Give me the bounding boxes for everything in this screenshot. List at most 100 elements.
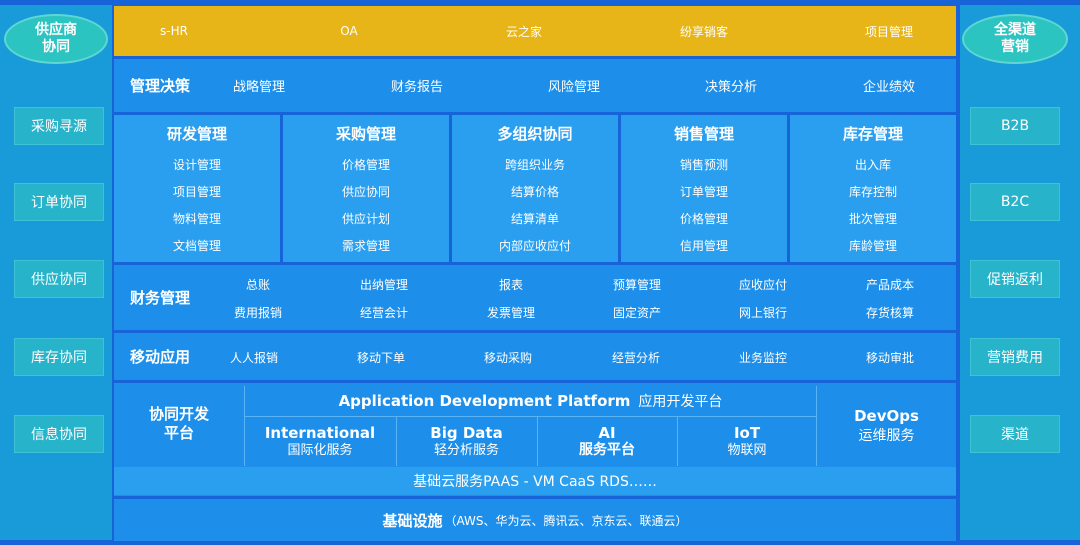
right-item-channel[interactable]: 渠道 xyxy=(970,415,1060,453)
mobile-item[interactable]: 移动下单 xyxy=(331,349,431,366)
top-app-label: 项目管理 xyxy=(864,24,913,39)
finance-item[interactable]: 报表 xyxy=(461,276,561,293)
mobile-item[interactable]: 经营分析 xyxy=(586,349,686,366)
right-item-b2b[interactable]: B2B xyxy=(970,107,1060,145)
module-item[interactable]: 库存控制 xyxy=(790,183,956,200)
module-title: 库存管理 xyxy=(842,125,903,143)
platform-sub-cn: 物联网 xyxy=(727,443,767,458)
right-item-marketing-cost[interactable]: 营销费用 xyxy=(970,338,1060,376)
platform-sub[interactable]: International 国际化服务 xyxy=(245,417,395,466)
finance-item[interactable]: 固定资产 xyxy=(587,304,687,321)
platform-sub[interactable]: Big Data 轻分析服务 xyxy=(396,417,536,466)
right-item-label: B2B xyxy=(1000,118,1030,134)
finance-item[interactable]: 总账 xyxy=(208,276,308,293)
module-item[interactable]: 出入库 xyxy=(790,156,956,173)
module-item[interactable]: 供应协同 xyxy=(283,183,449,200)
module-item[interactable]: 信用管理 xyxy=(621,237,787,254)
supplier-collab-header-label: 供应商 协同 xyxy=(35,22,77,55)
finance-item[interactable]: 经营会计 xyxy=(334,304,434,321)
module-item[interactable]: 结算价格 xyxy=(452,183,618,200)
module-item[interactable]: 销售预测 xyxy=(621,156,787,173)
platform-header-cn: 应用开发平台 xyxy=(638,394,723,410)
omnichannel-header: 全渠道 营销 xyxy=(962,14,1068,64)
module-column: 多组织协同跨组织业务结算价格结算清单内部应收应付 xyxy=(452,115,618,262)
right-item-label: B2C xyxy=(1000,194,1030,210)
mobile-item[interactable]: 移动采购 xyxy=(458,349,558,366)
platform-sub[interactable]: AI 服务平台 xyxy=(537,417,676,466)
top-app-label: 纷享销客 xyxy=(679,24,728,39)
left-item-info[interactable]: 信息协同 xyxy=(14,415,104,453)
left-item-inventory[interactable]: 库存协同 xyxy=(14,338,104,376)
mobile-item[interactable]: 人人报销 xyxy=(204,349,304,366)
devops-en: DevOps xyxy=(854,407,919,425)
platform-sub-en: IoT xyxy=(733,424,761,442)
left-item-sourcing[interactable]: 采购寻源 xyxy=(14,107,104,145)
left-item-label: 供应协同 xyxy=(31,272,87,288)
infra-detail: （AWS、华为云、腾讯云、京东云、联通云） xyxy=(444,513,688,528)
module-item[interactable]: 库龄管理 xyxy=(790,237,956,254)
module-item[interactable]: 订单管理 xyxy=(621,183,787,200)
top-app-project[interactable]: 项目管理 xyxy=(829,6,949,56)
module-item[interactable]: 文档管理 xyxy=(114,237,280,254)
module-item[interactable]: 项目管理 xyxy=(114,183,280,200)
paas-label: 基础云服务PAAS - VM CaaS RDS…… xyxy=(413,474,657,490)
left-item-label: 采购寻源 xyxy=(31,119,87,135)
infra-title: 基础设施 xyxy=(382,511,443,530)
top-app-label: 云之家 xyxy=(505,24,542,39)
platform-header-en: Application Development Platform xyxy=(338,392,631,410)
platform-sub-en: Big Data xyxy=(430,424,503,442)
mobile-item[interactable]: 移动审批 xyxy=(840,349,940,366)
management-item-finreport[interactable]: 财务报告 xyxy=(372,59,462,112)
module-item[interactable]: 需求管理 xyxy=(283,237,449,254)
right-item-promotion[interactable]: 促销返利 xyxy=(970,260,1060,298)
management-item-strategy[interactable]: 战略管理 xyxy=(214,59,304,112)
right-item-label: 营销费用 xyxy=(987,350,1043,366)
module-item[interactable]: 跨组织业务 xyxy=(452,156,618,173)
left-item-label: 库存协同 xyxy=(31,350,87,366)
top-app-shr[interactable]: s-HR xyxy=(114,6,234,56)
module-item[interactable]: 结算清单 xyxy=(452,210,618,227)
module-column: 库存管理出入库库存控制批次管理库龄管理 xyxy=(790,115,956,262)
finance-item[interactable]: 存货核算 xyxy=(840,304,940,321)
devops-block[interactable]: DevOps 运维服务 xyxy=(817,386,956,466)
management-item-risk[interactable]: 风险管理 xyxy=(529,59,619,112)
finance-item[interactable]: 应收应付 xyxy=(713,276,813,293)
module-item[interactable]: 供应计划 xyxy=(283,210,449,227)
top-app-yunzhijia[interactable]: 云之家 xyxy=(464,6,584,56)
finance-item[interactable]: 预算管理 xyxy=(587,276,687,293)
platform-left-title: 协同开发 平台 xyxy=(114,383,244,465)
infra-row[interactable]: 基础设施 （AWS、华为云、腾讯云、京东云、联通云） xyxy=(114,499,956,541)
left-item-supply[interactable]: 供应协同 xyxy=(14,260,104,298)
finance-item[interactable]: 网上银行 xyxy=(713,304,813,321)
module-title: 多组织协同 xyxy=(497,125,573,143)
platform-sub[interactable]: IoT 物联网 xyxy=(677,417,816,466)
left-item-order[interactable]: 订单协同 xyxy=(14,183,104,221)
platform-sub-cn: 服务平台 xyxy=(579,442,635,458)
finance-item[interactable]: 费用报销 xyxy=(208,304,308,321)
module-item[interactable]: 设计管理 xyxy=(114,156,280,173)
platform-sub-cn: 轻分析服务 xyxy=(433,443,499,458)
module-item[interactable]: 内部应收应付 xyxy=(452,237,618,254)
paas-bar[interactable]: 基础云服务PAAS - VM CaaS RDS…… xyxy=(114,467,956,495)
devops-cn: 运维服务 xyxy=(858,428,915,444)
module-item[interactable]: 物料管理 xyxy=(114,210,280,227)
right-item-label: 渠道 xyxy=(1001,427,1029,443)
top-app-oa[interactable]: OA xyxy=(289,6,409,56)
management-item-decision[interactable]: 决策分析 xyxy=(686,59,776,112)
top-app-label: OA xyxy=(340,24,358,38)
module-item[interactable]: 批次管理 xyxy=(790,210,956,227)
management-item-performance[interactable]: 企业绩效 xyxy=(844,59,934,112)
finance-item[interactable]: 出纳管理 xyxy=(334,276,434,293)
mobile-title: 移动应用 xyxy=(129,348,190,366)
management-title: 管理决策 xyxy=(129,77,190,95)
module-item[interactable]: 价格管理 xyxy=(621,210,787,227)
module-item[interactable]: 价格管理 xyxy=(283,156,449,173)
finance-item[interactable]: 发票管理 xyxy=(461,304,561,321)
top-app-label: s-HR xyxy=(160,24,188,38)
mobile-item[interactable]: 业务监控 xyxy=(713,349,813,366)
finance-title: 财务管理 xyxy=(129,289,190,307)
right-item-label: 促销返利 xyxy=(987,272,1043,288)
top-app-fxiaoke[interactable]: 纷享销客 xyxy=(644,6,764,56)
right-item-b2c[interactable]: B2C xyxy=(970,183,1060,221)
finance-item[interactable]: 产品成本 xyxy=(840,276,940,293)
